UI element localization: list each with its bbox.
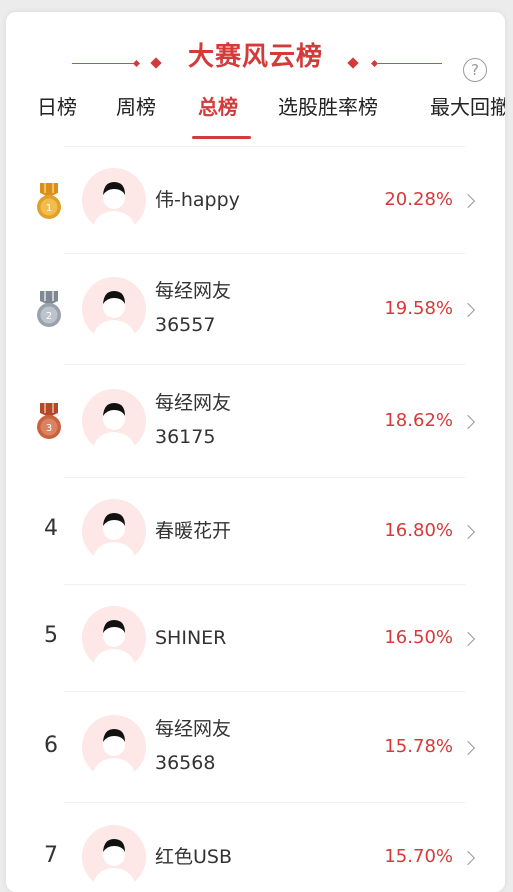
silver-medal-icon: 2 (37, 291, 61, 327)
user-name: 红色USB (155, 846, 233, 868)
user-name: 每经网友 (155, 280, 232, 302)
leaderboard-row[interactable]: 7 红色USB 15.70% (6, 803, 505, 892)
user-name: 每经网友 (155, 392, 232, 414)
leaderboard-row[interactable]: 4 春暖花开 16.80% (6, 478, 505, 584)
avatar (82, 277, 146, 341)
chevron-right-icon (460, 631, 476, 647)
chevron-right-icon (460, 302, 476, 318)
user-name: 每经网友 (155, 718, 232, 740)
tab-daily[interactable]: 日榜 (37, 92, 77, 122)
tab-max-drawdown[interactable]: 最大回撤 (430, 92, 505, 122)
avatar (82, 168, 146, 232)
leaderboard-row[interactable]: 6 每经网友 36568 15.78% (6, 692, 505, 802)
svg-text:2: 2 (46, 311, 52, 322)
user-id: 36568 (155, 752, 216, 774)
gold-medal-icon: 1 (37, 183, 61, 219)
leaderboard-card: 大赛风云榜 ? 日榜 周榜 总榜 选股胜率榜 最大回撤 1 伟-happy 20… (6, 12, 505, 892)
svg-text:3: 3 (46, 423, 52, 434)
avatar (82, 389, 146, 453)
title-row: 大赛风云榜 ? (6, 38, 505, 82)
user-id: 36175 (155, 426, 216, 448)
tab-win-rate[interactable]: 选股胜率榜 (278, 92, 378, 122)
leaderboard-row[interactable]: 2 每经网友 36557 19.58% (6, 254, 505, 364)
chevron-right-icon (460, 524, 476, 540)
chevron-right-icon (460, 850, 476, 866)
tab-bar: 日榜 周榜 总榜 选股胜率榜 最大回撤 (6, 92, 505, 139)
avatar (82, 825, 146, 889)
user-name: 伟-happy (155, 189, 240, 211)
help-icon[interactable]: ? (463, 58, 487, 82)
rank-number: 5 (44, 623, 58, 648)
tab-weekly[interactable]: 周榜 (116, 92, 156, 122)
return-percent: 16.50% (384, 627, 453, 648)
chevron-right-icon (460, 193, 476, 209)
user-name: 春暖花开 (155, 520, 232, 542)
rank-number: 7 (44, 843, 58, 868)
return-percent: 20.28% (384, 189, 453, 210)
user-id: 36557 (155, 314, 216, 336)
return-percent: 19.58% (384, 298, 453, 319)
title-decoration-right (378, 63, 442, 64)
avatar (82, 606, 146, 670)
return-percent: 15.78% (384, 736, 453, 757)
avatar (82, 499, 146, 563)
leaderboard-row[interactable]: 1 伟-happy 20.28% (6, 147, 505, 253)
leaderboard-row[interactable]: 3 每经网友 36175 18.62% (6, 365, 505, 477)
rank-number: 4 (44, 516, 58, 541)
avatar (82, 715, 146, 779)
return-percent: 16.80% (384, 520, 453, 541)
page-title: 大赛风云榜 (187, 42, 323, 72)
tab-overall[interactable]: 总榜 (198, 92, 238, 122)
return-percent: 15.70% (384, 846, 453, 867)
chevron-right-icon (460, 740, 476, 756)
rank-number: 6 (44, 733, 58, 758)
bronze-medal-icon: 3 (37, 403, 61, 439)
user-name: SHINER (155, 627, 227, 649)
return-percent: 18.62% (384, 410, 453, 431)
chevron-right-icon (460, 414, 476, 430)
active-tab-indicator (192, 136, 251, 139)
svg-text:1: 1 (46, 203, 52, 214)
leaderboard-row[interactable]: 5 SHINER 16.50% (6, 585, 505, 691)
